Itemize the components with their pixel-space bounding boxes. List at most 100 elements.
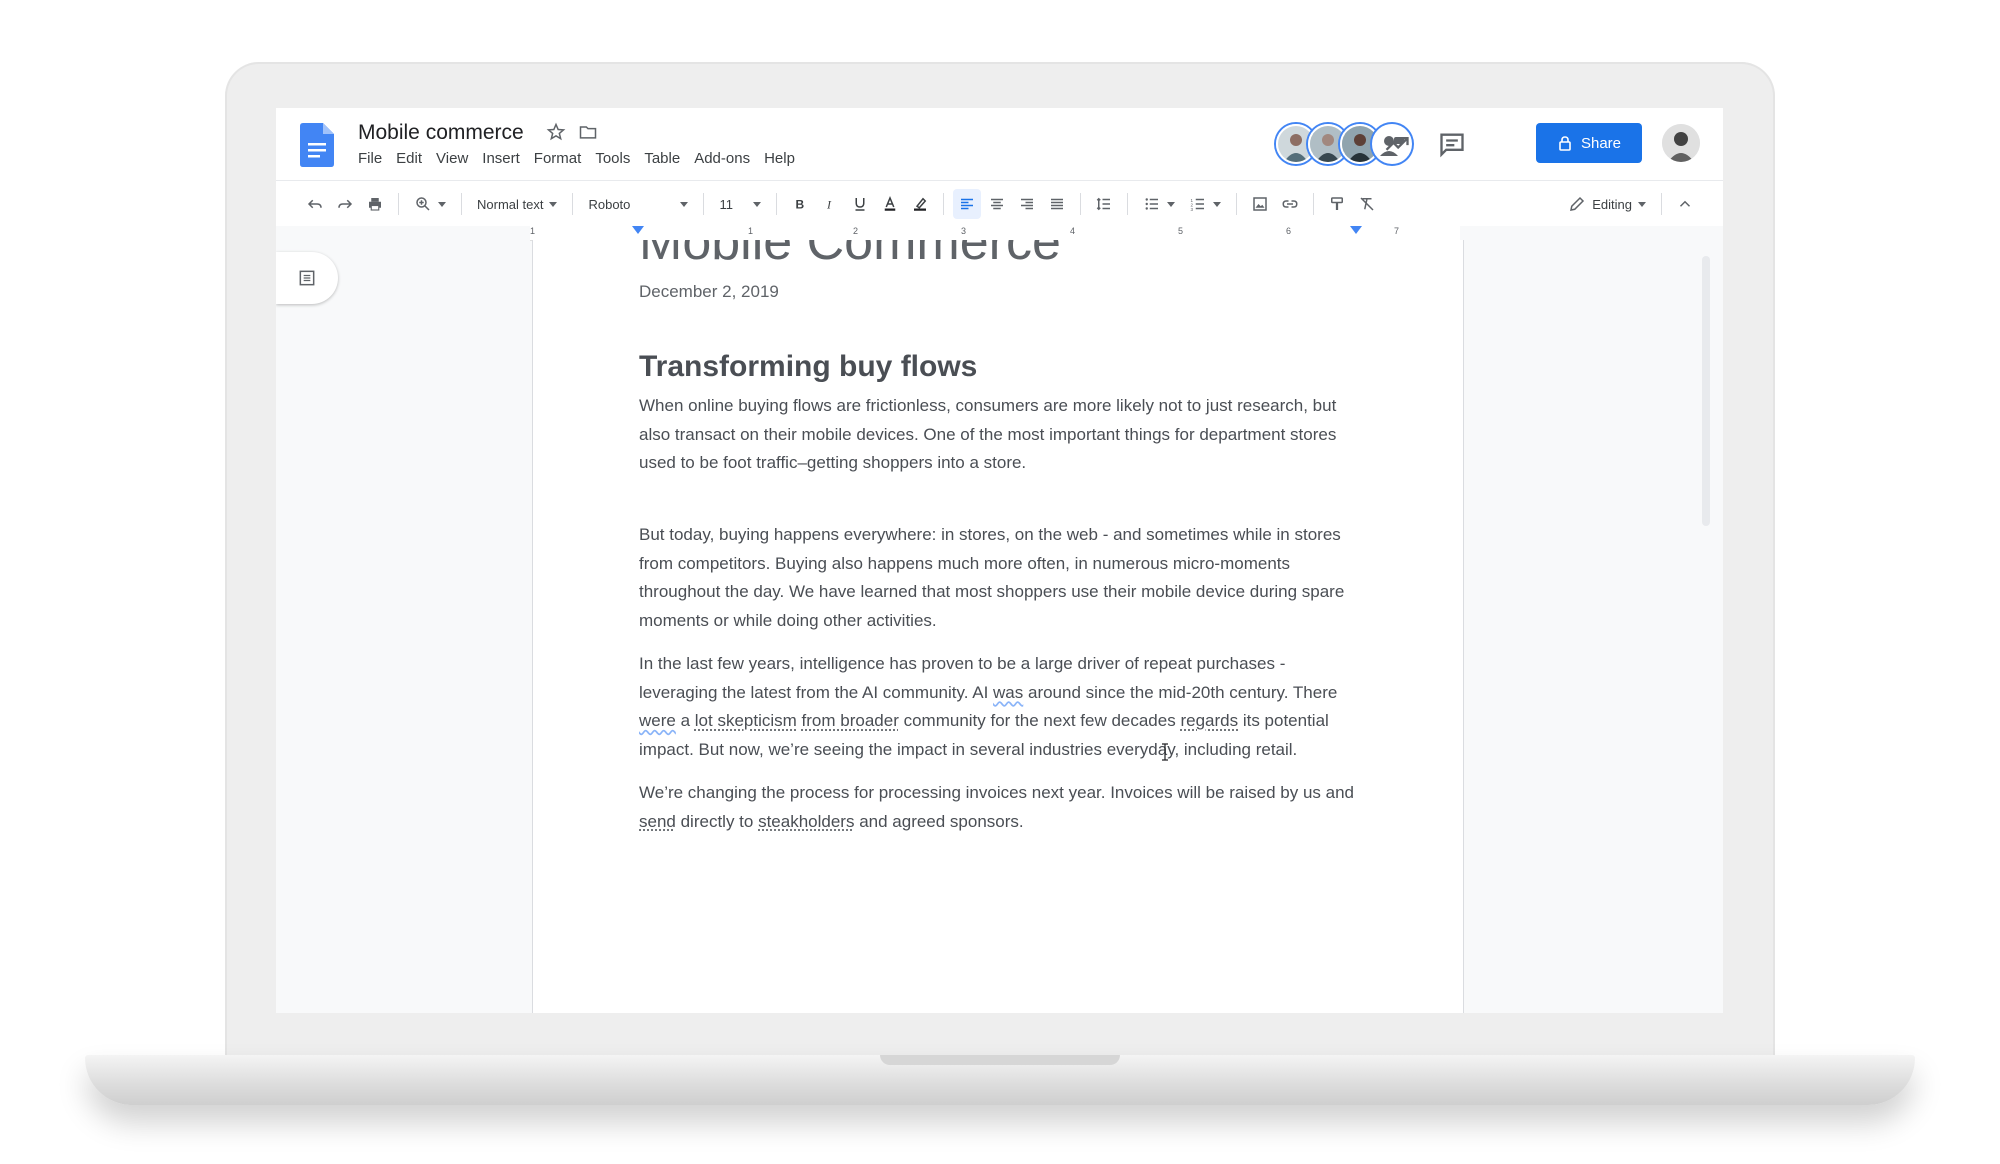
align-center-button[interactable]	[983, 189, 1011, 219]
grammar-suggestion[interactable]: regards	[1180, 711, 1238, 730]
collapse-toolbar-button[interactable]	[1671, 189, 1699, 219]
numbered-list-select[interactable]: 123	[1183, 189, 1227, 219]
underline-button[interactable]	[846, 189, 874, 219]
document-page[interactable]: Mobile Commerce December 2, 2019 Transfo…	[532, 240, 1464, 1013]
chevron-down-icon	[438, 201, 446, 207]
chevron-down-icon	[549, 201, 558, 207]
menu-bar: File Edit View Insert Format Tools Table…	[358, 150, 809, 167]
image-icon	[1253, 197, 1268, 211]
svg-text:3: 3	[1191, 207, 1194, 212]
document-heading: Mobile Commerce	[639, 240, 1061, 271]
print-icon	[369, 198, 381, 211]
italic-icon: I	[826, 198, 832, 212]
paragraph: When online buying flows are frictionles…	[639, 396, 1337, 473]
divider	[1313, 193, 1315, 215]
spelling-suggestion[interactable]: was	[993, 683, 1023, 702]
align-right-button[interactable]	[1013, 189, 1041, 219]
pencil-icon	[1570, 196, 1585, 211]
menu-insert[interactable]: Insert	[482, 150, 520, 167]
style-select[interactable]: Normal text	[471, 189, 563, 219]
grammar-suggestion[interactable]: from broader	[802, 711, 899, 730]
document-outline-button[interactable]	[276, 252, 338, 304]
italic-button[interactable]: I	[816, 189, 844, 219]
insert-image-button[interactable]	[1246, 189, 1274, 219]
share-button[interactable]: Share	[1536, 123, 1642, 163]
bold-button[interactable]: B	[786, 189, 814, 219]
grammar-suggestion[interactable]: steakholders	[758, 812, 854, 831]
paint-format-icon	[1331, 197, 1344, 210]
ruler-track[interactable]: 1 1 2 3 4 5 6 7	[530, 226, 1460, 241]
chevron-down-icon	[753, 201, 762, 207]
screen: Mobile commerce File Edit View Insert Fo…	[276, 108, 1723, 1013]
divider	[1236, 193, 1238, 215]
chevron-down-icon	[1167, 201, 1176, 207]
clear-formatting-button[interactable]	[1353, 189, 1381, 219]
left-indent-marker[interactable]	[632, 226, 644, 234]
document-title[interactable]: Mobile commerce	[358, 121, 524, 145]
document-date: December 2, 2019	[639, 282, 779, 301]
grammar-suggestion[interactable]: send	[639, 812, 676, 831]
menu-help[interactable]: Help	[764, 150, 795, 167]
justify-icon	[1051, 198, 1064, 210]
star-icon[interactable]	[546, 122, 566, 142]
print-button[interactable]	[361, 189, 389, 219]
zoom-select[interactable]	[408, 189, 452, 219]
account-avatar[interactable]	[1662, 124, 1700, 162]
menu-edit[interactable]: Edit	[396, 150, 422, 167]
text-run: community for the next few decades	[898, 711, 1181, 731]
scrollbar[interactable]	[1702, 256, 1710, 526]
ruler: 1 1 2 3 4 5 6 7	[276, 226, 1723, 241]
highlight-button[interactable]	[906, 189, 934, 219]
paragraph: But today, buying happens everywhere: in…	[639, 525, 1345, 631]
highlight-icon	[914, 197, 927, 211]
link-icon	[1282, 200, 1298, 208]
grammar-suggestion[interactable]: lot skepticism	[695, 711, 797, 730]
justify-button[interactable]	[1043, 189, 1071, 219]
text-cursor-icon	[1162, 743, 1168, 761]
menu-format[interactable]: Format	[534, 150, 582, 167]
folder-icon[interactable]	[578, 122, 598, 142]
line-spacing-button[interactable]	[1090, 189, 1118, 219]
text-run: We’re changing the process for processin…	[639, 783, 1355, 802]
paragraph: We’re changing the process for processin…	[639, 779, 1359, 836]
align-left-button[interactable]	[953, 189, 982, 219]
lock-icon	[1559, 136, 1571, 151]
underline-icon	[855, 198, 865, 211]
font-select-label: Roboto	[588, 196, 631, 212]
menu-file[interactable]: File	[358, 150, 382, 167]
chevron-down-icon	[1213, 201, 1222, 207]
spelling-suggestion[interactable]: were	[639, 711, 676, 730]
menu-addons[interactable]: Add-ons	[694, 150, 750, 167]
chevron-up-icon	[1679, 200, 1691, 207]
outline-icon	[299, 270, 315, 286]
menu-tools[interactable]: Tools	[595, 150, 630, 167]
ruler-number: 6	[1286, 226, 1292, 236]
editing-mode-label: Editing	[1592, 196, 1632, 212]
font-size-select[interactable]: 11	[713, 189, 767, 219]
svg-text:B: B	[796, 198, 805, 212]
docs-logo-icon[interactable]	[300, 123, 334, 167]
ruler-number: 7	[1394, 226, 1400, 236]
trending-icon[interactable]	[1383, 130, 1411, 158]
insert-link-button[interactable]	[1276, 189, 1304, 219]
divider	[572, 193, 574, 215]
section-title: Transforming buy flows	[639, 350, 978, 383]
line-spacing-icon	[1097, 197, 1111, 211]
bulleted-list-select[interactable]	[1137, 189, 1181, 219]
undo-button[interactable]	[301, 189, 329, 219]
right-indent-marker[interactable]	[1350, 226, 1362, 234]
divider	[461, 193, 462, 215]
zoom-icon	[416, 197, 430, 211]
menu-view[interactable]: View	[436, 150, 468, 167]
editing-mode-select[interactable]: Editing	[1562, 189, 1652, 219]
text-color-button[interactable]	[876, 189, 904, 219]
font-select[interactable]: Roboto	[582, 189, 694, 219]
ruler-number: 3	[961, 226, 967, 236]
menu-table[interactable]: Table	[644, 150, 680, 167]
redo-button[interactable]	[331, 189, 359, 219]
title-icons	[546, 122, 598, 142]
laptop-notch	[880, 1055, 1120, 1065]
toolbar: Normal text Roboto 11 B I 123 Editing	[276, 180, 1723, 228]
comments-icon[interactable]	[1438, 130, 1466, 158]
paint-format-button[interactable]	[1323, 189, 1351, 219]
